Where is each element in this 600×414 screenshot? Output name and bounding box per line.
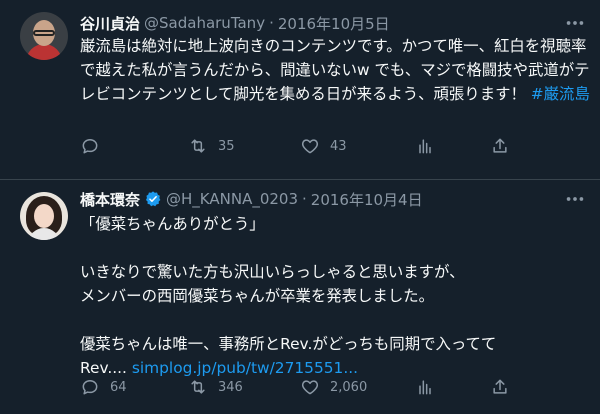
share-icon [493, 138, 507, 153]
separator-dot: · [269, 14, 274, 32]
retweet-count: 346 [218, 379, 243, 395]
retweet-icon [191, 139, 205, 153]
like-button[interactable]: 43 [300, 136, 347, 156]
author-handle[interactable]: @H_KANNA_0203 [166, 190, 298, 208]
share-icon [493, 379, 507, 394]
analytics-button[interactable] [415, 377, 435, 397]
tweet-text: 巌流島は絶対に地上波向きのコンテンツです。かつて唯一、紅白を視聴率で越えた私が言… [80, 34, 590, 106]
analytics-button[interactable] [415, 136, 435, 156]
reply-icon [82, 380, 98, 395]
tweet-actions: 64 346 2,060 [80, 377, 520, 407]
retweet-button[interactable]: 346 [188, 377, 243, 397]
tweet-header: 谷川貞治 @SadaharuTany · 2016年10月5日 [80, 12, 390, 34]
separator-dot: · [302, 190, 307, 208]
analytics-icon [419, 139, 431, 154]
hashtag-link[interactable]: #巌流島 [531, 85, 590, 103]
tweet[interactable]: 橋本環奈 @H_KANNA_0203 · 2016年10月4日 「優菜ちゃんあり… [0, 180, 600, 414]
tweet-text: 「優菜ちゃんありがとう」 いきなりで驚いた方も沢山いらっしゃると思いますが、 メ… [80, 212, 590, 380]
reply-button[interactable]: 64 [80, 377, 127, 397]
retweet-icon [191, 380, 205, 394]
like-icon [301, 380, 319, 395]
like-button[interactable]: 2,060 [300, 377, 367, 397]
share-button[interactable] [490, 136, 510, 156]
avatar[interactable] [20, 12, 68, 60]
more-icon[interactable] [564, 188, 586, 210]
reply-button[interactable] [80, 136, 110, 156]
external-link[interactable]: simplog.jp/pub/tw/2715551... [132, 359, 358, 377]
like-icon [301, 139, 319, 154]
retweet-button[interactable]: 35 [188, 136, 235, 156]
share-button[interactable] [490, 377, 510, 397]
author-handle[interactable]: @SadaharuTany [144, 14, 265, 32]
like-count: 2,060 [330, 379, 368, 395]
retweet-count: 35 [218, 138, 235, 154]
tweet-date[interactable]: 2016年10月5日 [278, 13, 390, 34]
analytics-icon [419, 380, 431, 395]
tweet-actions: 35 43 [80, 136, 520, 166]
verified-badge-icon [144, 190, 162, 208]
avatar[interactable] [20, 192, 68, 240]
tweet[interactable]: 谷川貞治 @SadaharuTany · 2016年10月5日 巌流島は絶対に地… [0, 0, 600, 180]
more-icon[interactable] [564, 12, 586, 34]
author-name[interactable]: 谷川貞治 [80, 13, 140, 34]
tweet-header: 橋本環奈 @H_KANNA_0203 · 2016年10月4日 [80, 188, 423, 210]
tweet-date[interactable]: 2016年10月4日 [311, 189, 423, 210]
tweet-body: 巌流島は絶対に地上波向きのコンテンツです。かつて唯一、紅白を視聴率で越えた私が言… [80, 37, 590, 103]
reply-count: 64 [110, 379, 127, 395]
author-name[interactable]: 橋本環奈 [80, 189, 140, 210]
tweet-body: 「優菜ちゃんありがとう」 いきなりで驚いた方も沢山いらっしゃると思いますが、 メ… [80, 215, 497, 377]
like-count: 43 [330, 138, 347, 154]
reply-icon [82, 139, 98, 154]
